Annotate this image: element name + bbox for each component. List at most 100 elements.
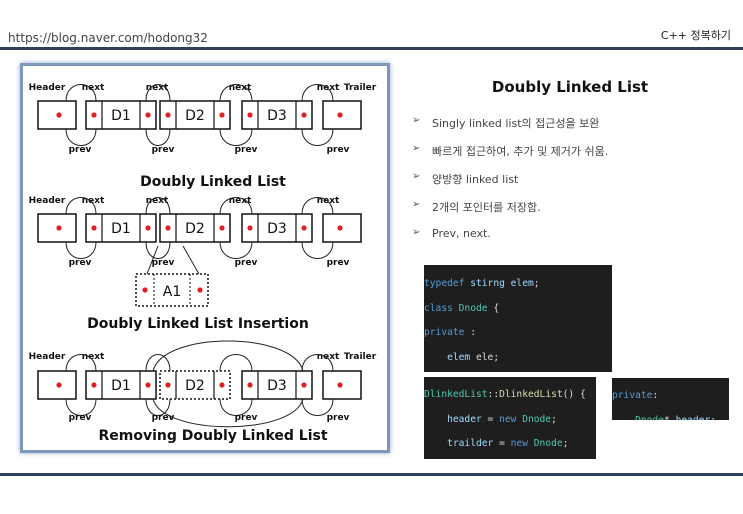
header-label: Header bbox=[29, 83, 66, 93]
bullet-item: ➢ 빠르게 접근하여, 추가 및 제거가 쉬움. bbox=[412, 143, 608, 171]
code-line: private: bbox=[612, 390, 659, 402]
pointer-dot bbox=[91, 225, 97, 231]
code-line: DlinkedList::DlinkedList() { bbox=[424, 389, 586, 401]
prev-arrow bbox=[145, 128, 171, 146]
bullet-arrow-icon: ➢ bbox=[412, 227, 421, 238]
bypass-prev-arrow bbox=[152, 398, 304, 428]
node-label: D1 bbox=[111, 108, 131, 124]
prev-arrow bbox=[145, 241, 171, 259]
pointer-dot bbox=[337, 112, 343, 118]
prev-label: prev bbox=[235, 145, 258, 155]
pointer-dot bbox=[337, 382, 343, 388]
code-line: private : bbox=[424, 327, 476, 339]
prev-arrow bbox=[219, 241, 253, 259]
code-line: typedef stirng elem; bbox=[424, 278, 540, 290]
pointer-dot bbox=[165, 112, 171, 118]
node-label: D3 bbox=[267, 221, 287, 237]
bullet-item: ➢ 양방향 linked list bbox=[412, 171, 608, 199]
pointer-dot bbox=[337, 225, 343, 231]
node-label: D3 bbox=[267, 108, 287, 124]
private-members-code: private: Dnode* header; Dnode* trailer; bbox=[612, 378, 729, 420]
header-label: Header bbox=[29, 352, 66, 362]
top-rule bbox=[0, 47, 743, 50]
prev-label: prev bbox=[152, 258, 175, 268]
code-line: elem ele; bbox=[447, 352, 500, 364]
pointer-dot bbox=[91, 112, 97, 118]
bottom-rule bbox=[0, 473, 743, 476]
bullet-list: ➢ Singly linked list의 접근성을 보완 ➢ 빠르게 접근하여, … bbox=[412, 115, 608, 255]
node-label: D3 bbox=[267, 378, 287, 394]
prev-label: prev bbox=[235, 413, 258, 423]
pointer-dot bbox=[301, 382, 307, 388]
trailer-label: Trailer bbox=[344, 83, 377, 93]
prev-label: prev bbox=[152, 145, 175, 155]
prev-label: prev bbox=[69, 413, 92, 423]
bullet-arrow-icon: ➢ bbox=[412, 171, 421, 182]
pointer-dot bbox=[145, 112, 151, 118]
code-line: header = new Dnode; bbox=[447, 413, 557, 425]
pointer-dot bbox=[247, 382, 253, 388]
header-label: Header bbox=[29, 196, 66, 206]
pointer-dot bbox=[301, 225, 307, 231]
prev-label: prev bbox=[235, 258, 258, 268]
pointer-dot bbox=[165, 225, 171, 231]
next-arrow bbox=[219, 354, 253, 372]
diagram-frame: Header Trailer next next next next D1 D2 D3 prev p… bbox=[20, 63, 390, 453]
insert-node-label: A1 bbox=[163, 284, 181, 300]
linked-list-diagram: Header Trailernext next next nextD1 D2 D3prev p… bbox=[29, 83, 377, 444]
bullet-item: ➢ Singly linked list의 접근성을 보완 bbox=[412, 115, 608, 143]
pointer-dot bbox=[145, 225, 151, 231]
pointer-dot bbox=[56, 112, 62, 118]
prev-arrow bbox=[65, 128, 97, 146]
prev-label: prev bbox=[69, 258, 92, 268]
code-line: Dnode* header; bbox=[612, 415, 729, 420]
pointer-dot bbox=[247, 112, 253, 118]
node-label: D2 bbox=[185, 221, 205, 237]
diagram-caption: Doubly Linked List bbox=[140, 174, 286, 190]
bullet-text: 양방향 linked list bbox=[432, 173, 519, 186]
pointer-dot bbox=[91, 382, 97, 388]
pointer-dot bbox=[165, 382, 171, 388]
pointer-dot bbox=[247, 225, 253, 231]
node-label: D1 bbox=[111, 221, 131, 237]
bullet-arrow-icon: ➢ bbox=[412, 199, 421, 210]
node-label: D2 bbox=[185, 378, 205, 394]
pointer-dot bbox=[219, 382, 225, 388]
diagram-caption: Removing Doubly Linked List bbox=[98, 428, 327, 444]
pointer-dot bbox=[219, 225, 225, 231]
constructor-code: DlinkedList::DlinkedList() { header = ne… bbox=[424, 377, 596, 459]
node-label: D2 bbox=[185, 108, 205, 124]
trailer-label: Trailer bbox=[344, 352, 377, 362]
prev-label: prev bbox=[152, 413, 175, 423]
dnode-class-code: typedef stirng elem; class Dnode { priva… bbox=[424, 265, 612, 372]
prev-arrow bbox=[301, 128, 334, 146]
blog-category: C++ 정복하기 bbox=[660, 29, 731, 42]
bullet-text: 빠르게 접근하여, 추가 및 제거가 쉬움. bbox=[432, 145, 609, 158]
prev-arrow bbox=[65, 241, 97, 259]
next-arrow bbox=[145, 354, 171, 372]
slide-title: Doubly Linked List bbox=[491, 78, 649, 96]
prev-label: prev bbox=[327, 258, 350, 268]
code-line: trailder = new Dnode; bbox=[447, 438, 569, 450]
bullet-text: 2개의 포인터를 저장함. bbox=[432, 201, 541, 214]
bullet-text: Prev, next. bbox=[432, 227, 491, 240]
pointer-dot bbox=[56, 382, 62, 388]
insert-link bbox=[182, 245, 200, 275]
page-header: https://blog.naver.com/hodong32 C++ 정복하기 bbox=[0, 0, 743, 52]
pointer-dot bbox=[56, 225, 62, 231]
bullet-text: Singly linked list의 접근성을 보완 bbox=[432, 117, 600, 130]
prev-label: prev bbox=[327, 145, 350, 155]
code-line: class Dnode { bbox=[424, 302, 500, 314]
pointer-dot bbox=[219, 112, 225, 118]
diagram-caption: Doubly Linked List Insertion bbox=[87, 316, 309, 332]
blog-url[interactable]: https://blog.naver.com/hodong32 bbox=[8, 31, 208, 45]
pointer-dot bbox=[145, 382, 151, 388]
prev-label: prev bbox=[327, 413, 350, 423]
bullet-arrow-icon: ➢ bbox=[412, 115, 421, 126]
bullet-item: ➢ Prev, next. bbox=[412, 227, 608, 255]
pointer-dot bbox=[301, 112, 307, 118]
prev-label: prev bbox=[69, 145, 92, 155]
prev-arrow bbox=[301, 241, 334, 259]
next-label: next bbox=[317, 352, 340, 362]
pointer-dot bbox=[197, 287, 203, 293]
